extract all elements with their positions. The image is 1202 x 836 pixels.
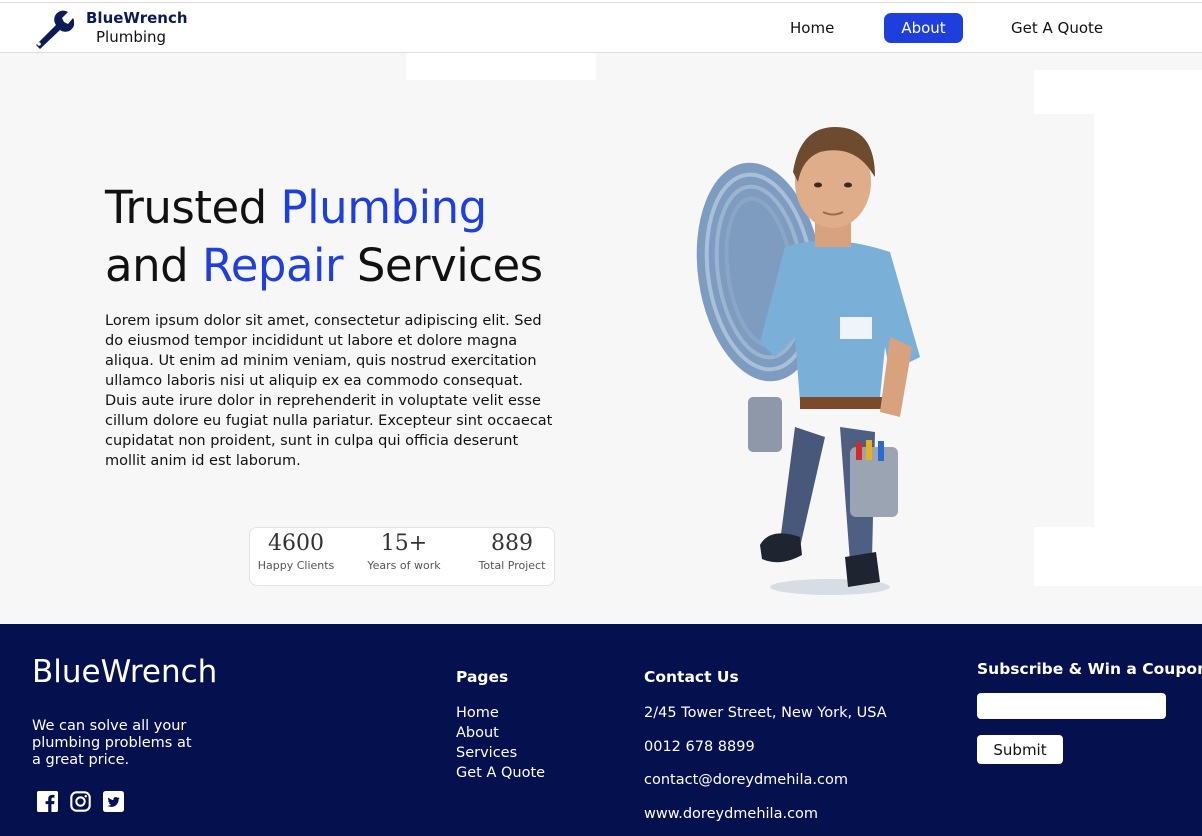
wrench-icon (36, 10, 74, 49)
headline-highlight: Repair (201, 239, 344, 292)
decorative-block (406, 53, 596, 80)
nav-home[interactable]: Home (790, 13, 834, 43)
footer-pages: Pages Home About Services Get A Quote (456, 668, 545, 783)
stat-label: Total Project (478, 559, 546, 572)
stat-value: 15+ (380, 531, 428, 556)
footer-link-get-a-quote[interactable]: Get A Quote (456, 763, 545, 783)
headline-text: and (105, 239, 202, 292)
stat-projects: 889 Total Project (461, 528, 563, 572)
contact-heading: Contact Us (644, 668, 739, 686)
contact-email[interactable]: contact@doreydmehila.com (644, 770, 887, 790)
brand-name: BlueWrench (86, 9, 188, 27)
contact-phone: 0012 678 8899 (644, 738, 755, 755)
brand-subtitle: Plumbing (96, 28, 167, 46)
site-header: BlueWrench Plumbing Home About Get A Quo… (0, 2, 1202, 53)
stat-label: Years of work (367, 559, 441, 572)
footer-link-home[interactable]: Home (456, 703, 545, 723)
stats-card: 4600 Happy Clients 15+ Years of work 889… (249, 527, 555, 586)
plumber-illustration (696, 127, 920, 595)
decorative-block (1094, 70, 1202, 530)
brand-logo[interactable]: BlueWrench Plumbing (30, 9, 188, 49)
hero-section: Trusted Plumbing and Repair Services Lor… (0, 53, 1202, 624)
footer-contact: Contact Us 2/45 Tower Street, New York, … (644, 668, 887, 836)
nav-about[interactable]: About (884, 13, 963, 43)
facebook-icon[interactable] (37, 791, 58, 812)
headline-highlight: Plumbing (280, 181, 488, 234)
submit-button[interactable]: Submit (977, 735, 1063, 764)
decorative-block (1034, 527, 1202, 586)
nav-get-a-quote[interactable]: Get A Quote (1011, 13, 1103, 43)
stat-happy-clients: 4600 Happy Clients (245, 528, 347, 572)
instagram-icon[interactable] (70, 791, 91, 812)
headline-text: Services (343, 239, 543, 292)
headline-text: Trusted (105, 181, 281, 234)
subscribe-heading: Subscribe & Win a Coupon (977, 660, 1202, 678)
stat-value: 889 (491, 531, 533, 556)
hero-headline: Trusted Plumbing and Repair Services (105, 179, 585, 295)
footer-tagline: We can solve all your plumbing problems … (32, 718, 192, 768)
subscribe-email-input[interactable] (977, 693, 1166, 719)
stat-value: 4600 (268, 531, 324, 556)
contact-website[interactable]: www.doreydmehila.com (644, 804, 887, 824)
footer-link-services[interactable]: Services (456, 743, 545, 763)
hero-description: Lorem ipsum dolor sit amet, consectetur … (105, 313, 553, 469)
contact-address: 2/45 Tower Street, New York, USA (644, 705, 887, 721)
stat-years: 15+ Years of work (353, 528, 455, 572)
stat-label: Happy Clients (257, 559, 335, 572)
twitter-icon[interactable] (103, 791, 124, 812)
pages-heading: Pages (456, 668, 509, 686)
social-links (37, 791, 124, 812)
footer-link-about[interactable]: About (456, 723, 545, 743)
footer-brand: BlueWrench (32, 654, 218, 690)
footer-subscribe: Subscribe & Win a Coupon Submit (977, 660, 1202, 764)
site-footer: BlueWrench We can solve all your plumbin… (0, 624, 1202, 836)
